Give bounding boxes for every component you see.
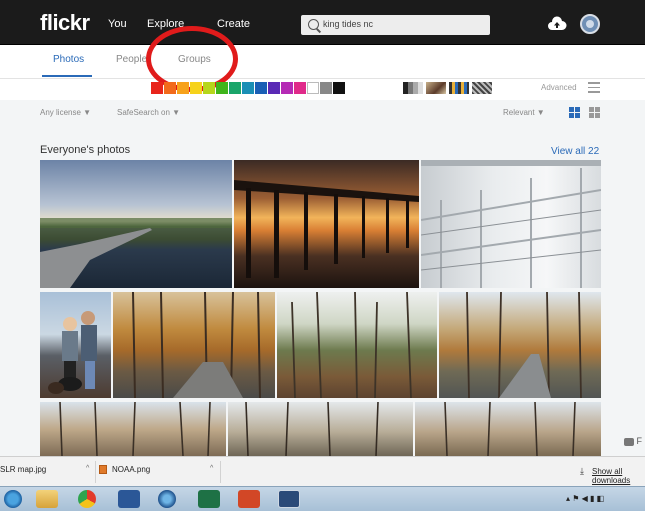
search-input[interactable]: king tides nc — [301, 15, 490, 35]
windows-taskbar: ▴ ⚑ ◀ ▮ ◧ — [0, 486, 645, 511]
powerpoint-icon[interactable] — [238, 490, 260, 508]
download-separator — [220, 461, 221, 483]
swatch-purple[interactable] — [281, 82, 293, 94]
swatch-green[interactable] — [216, 82, 228, 94]
downloads-bar: SLR map.jpg ^ NOAA.png ^ ⤓ Show all down… — [0, 456, 645, 487]
explorer-folder-icon[interactable] — [36, 490, 58, 508]
show-all-downloads-link[interactable]: Show all downloads — [592, 467, 645, 485]
photo-bare-trees-3[interactable] — [415, 402, 601, 456]
chrome-icon[interactable] — [78, 490, 96, 508]
swatch-white[interactable] — [307, 82, 319, 94]
swatch-lime[interactable] — [203, 82, 215, 94]
license-dropdown[interactable]: Any license ▼ — [40, 108, 91, 117]
swatch-violet[interactable] — [268, 82, 280, 94]
shallow-depth-filter[interactable] — [426, 82, 446, 94]
system-tray: ▴ ⚑ ◀ ▮ ◧ — [566, 494, 604, 503]
ie-icon[interactable] — [4, 490, 22, 508]
word-icon[interactable] — [118, 490, 140, 508]
view-all-link[interactable]: View all 22 — [551, 146, 599, 157]
swatch-teal[interactable] — [229, 82, 241, 94]
photo-marsh-boardwalk[interactable] — [40, 160, 232, 288]
download-separator — [95, 461, 96, 483]
swatch-amber[interactable] — [177, 82, 189, 94]
swatch-yellow[interactable] — [190, 82, 202, 94]
swatch-blue[interactable] — [255, 82, 267, 94]
tab-people[interactable]: People — [116, 54, 147, 65]
photo-forest-trail[interactable] — [439, 292, 601, 398]
feedback-label: F — [636, 436, 643, 446]
download-arrow-icon: ⤓ — [580, 466, 584, 476]
sort-dropdown[interactable]: Relevant ▼ — [503, 108, 545, 117]
search-value: king tides nc — [323, 19, 374, 29]
black-white-filter[interactable] — [403, 82, 423, 94]
search-icon — [308, 19, 319, 30]
window-icon[interactable] — [278, 490, 300, 508]
download-item-2-menu[interactable]: ^ — [210, 465, 213, 472]
flickr-logo[interactable]: flickr — [40, 10, 90, 36]
swatch-orange[interactable] — [164, 82, 176, 94]
browser-page: flickr You Explore Create king tides nc … — [0, 0, 645, 511]
nav-you[interactable]: You — [108, 18, 127, 30]
swatch-black[interactable] — [333, 82, 345, 94]
photo-autumn-forest-path[interactable] — [113, 292, 275, 398]
swatch-pink[interactable] — [294, 82, 306, 94]
image-file-icon — [99, 465, 107, 474]
photo-winter-woods[interactable] — [277, 292, 437, 398]
photo-bare-trees-1[interactable] — [40, 402, 226, 456]
advanced-link[interactable]: Advanced — [541, 83, 577, 92]
patterns-filter[interactable] — [472, 82, 492, 94]
minimalist-filter[interactable] — [449, 82, 469, 94]
swatch-cyan[interactable] — [242, 82, 254, 94]
excel-icon[interactable] — [198, 490, 220, 508]
swatch-red[interactable] — [151, 82, 163, 94]
feedback-tab[interactable]: F — [624, 436, 645, 450]
justified-view-icon[interactable] — [569, 107, 580, 118]
avatar[interactable] — [580, 14, 600, 34]
active-tab-underline — [42, 75, 92, 77]
flickr-header: flickr You Explore Create king tides nc — [0, 0, 645, 45]
filter-bar: Any license ▼ SafeSearch on ▼ Relevant ▼ — [0, 100, 645, 126]
download-item-2[interactable]: NOAA.png — [112, 465, 150, 474]
upload-cloud-icon[interactable] — [547, 16, 567, 32]
nav-create[interactable]: Create — [217, 18, 250, 30]
photo-white-building[interactable] — [421, 160, 601, 288]
feedback-icon — [624, 437, 634, 446]
download-item-1-menu[interactable]: ^ — [86, 465, 89, 472]
section-title: Everyone's photos — [40, 144, 131, 156]
tray-flag-icon[interactable]: ▴ ⚑ ◀ ▮ ◧ — [566, 494, 604, 503]
photo-couple-dogs[interactable] — [40, 292, 111, 398]
search-subnav: Photos People Groups — [0, 45, 645, 79]
safesearch-dropdown[interactable]: SafeSearch on ▼ — [117, 108, 180, 117]
photo-bare-trees-2[interactable] — [228, 402, 413, 456]
style-filters — [403, 82, 495, 94]
sliders-icon[interactable] — [588, 82, 600, 93]
photo-pier-sunset[interactable] — [234, 160, 419, 288]
color-filter-swatches — [151, 82, 346, 94]
grid-view-icon[interactable] — [589, 107, 600, 118]
earth-icon[interactable] — [158, 490, 176, 508]
download-item-1[interactable]: SLR map.jpg — [0, 465, 46, 474]
tab-photos[interactable]: Photos — [53, 54, 84, 65]
swatch-gray[interactable] — [320, 82, 332, 94]
